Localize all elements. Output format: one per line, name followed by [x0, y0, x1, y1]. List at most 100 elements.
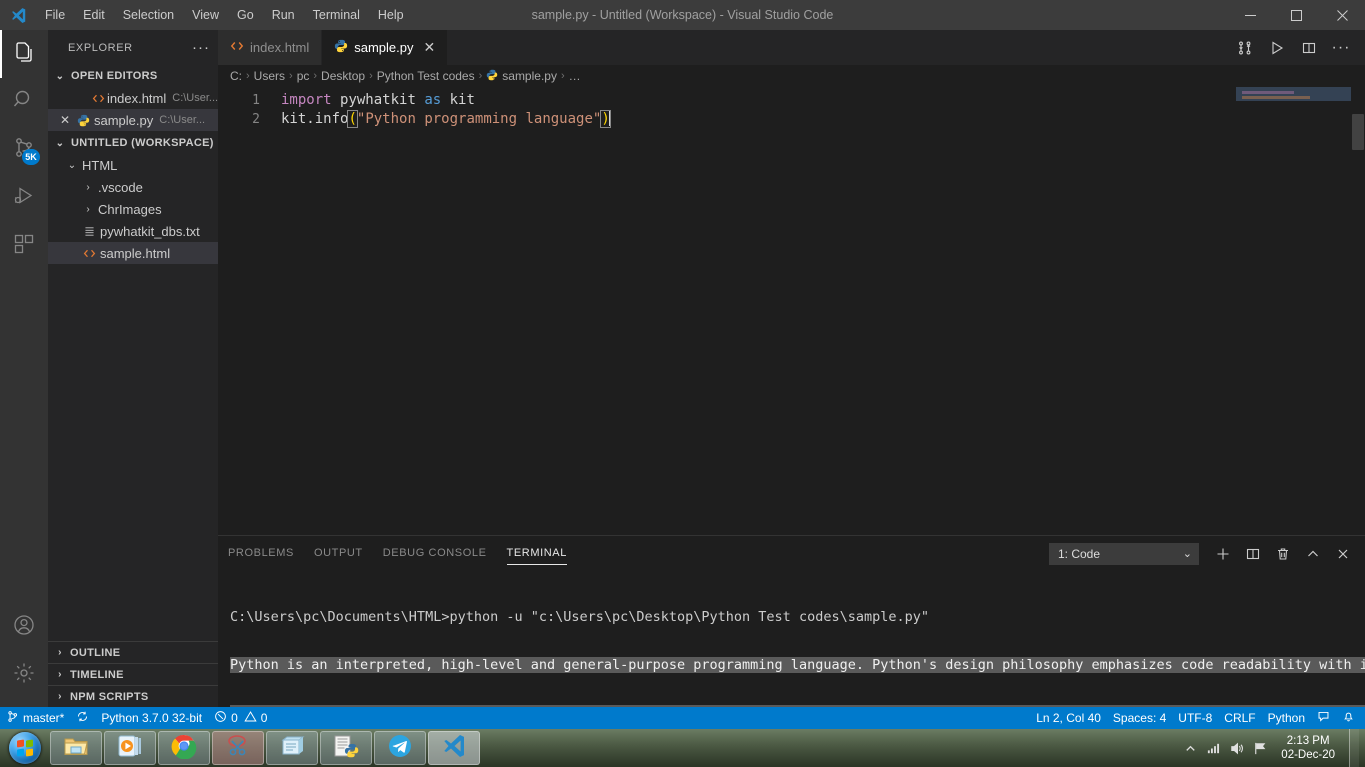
- close-icon[interactable]: ✕: [424, 39, 436, 56]
- breadcrumb-item[interactable]: Python Test codes: [377, 69, 475, 83]
- windows-start-orb[interactable]: [0, 729, 50, 767]
- breadcrumb-item[interactable]: pc: [297, 69, 310, 83]
- activity-accounts[interactable]: [0, 603, 48, 651]
- menu-file[interactable]: File: [36, 0, 74, 30]
- new-terminal-icon[interactable]: [1209, 539, 1237, 569]
- open-editor-index-html[interactable]: index.html C:\User...: [48, 87, 218, 109]
- status-encoding[interactable]: UTF-8: [1172, 707, 1218, 729]
- show-desktop-button[interactable]: [1349, 729, 1359, 767]
- panel-tab-output[interactable]: OUTPUT: [304, 536, 373, 571]
- breadcrumb-item[interactable]: Desktop: [321, 69, 365, 83]
- tree-item-label: ChrImages: [98, 201, 162, 217]
- workspace-root-html[interactable]: ⌄ HTML: [48, 154, 218, 176]
- editor-scrollbar-thumb[interactable]: [1352, 114, 1364, 150]
- tree-item-vscode[interactable]: › .vscode: [48, 176, 218, 198]
- panel-tab-problems[interactable]: PROBLEMS: [218, 536, 304, 571]
- menu-bar[interactable]: File Edit Selection View Go Run Terminal…: [36, 0, 413, 30]
- status-problems[interactable]: 0 0: [208, 707, 273, 729]
- taskbar-file-explorer[interactable]: [50, 731, 102, 765]
- panel-tab-terminal[interactable]: TERMINAL: [497, 536, 577, 571]
- activity-extensions[interactable]: [0, 222, 48, 270]
- taskbar-python-idle[interactable]: [320, 731, 372, 765]
- status-language-mode[interactable]: Python: [1262, 707, 1311, 729]
- chevron-up-icon[interactable]: [1183, 741, 1198, 756]
- activity-search[interactable]: [0, 78, 48, 126]
- chevron-right-icon: ›: [313, 70, 318, 82]
- status-python-interpreter[interactable]: Python 3.7.0 32-bit: [95, 707, 208, 729]
- code-editor[interactable]: 1 import pywhatkit as kit 2 kit.info("Py…: [218, 87, 1365, 129]
- editor-tabs: index.html sample.py ✕ ···: [218, 30, 1365, 65]
- python-icon: [486, 69, 498, 83]
- activity-run-and-debug[interactable]: [0, 174, 48, 222]
- menu-view[interactable]: View: [183, 0, 228, 30]
- activity-bar: 5K: [0, 30, 48, 707]
- status-eol[interactable]: CRLF: [1218, 707, 1261, 729]
- breadcrumb[interactable]: C: › Users › pc › Desktop › Python Test …: [218, 65, 1365, 87]
- minimap[interactable]: [1236, 87, 1351, 535]
- tree-item-chrimages[interactable]: › ChrImages: [48, 198, 218, 220]
- menu-terminal[interactable]: Terminal: [304, 0, 369, 30]
- status-cursor-position[interactable]: Ln 2, Col 40: [1030, 707, 1107, 729]
- split-editor-icon[interactable]: [1295, 30, 1323, 65]
- html-icon: [80, 247, 98, 260]
- section-timeline-label: TIMELINE: [70, 668, 124, 681]
- maximize-panel-icon[interactable]: [1299, 539, 1327, 569]
- taskbar-visual-studio-code[interactable]: [428, 731, 480, 765]
- folder-icon: [63, 733, 89, 764]
- editor-scrollbar[interactable]: [1351, 87, 1365, 535]
- breadcrumb-item[interactable]: sample.py: [502, 69, 557, 83]
- terminal-selector[interactable]: 1: Code ⌄: [1049, 542, 1199, 565]
- tree-item-sample-html[interactable]: sample.html: [48, 242, 218, 264]
- status-notifications[interactable]: [1336, 707, 1365, 729]
- taskbar-clock[interactable]: 2:13 PM 02-Dec-20: [1275, 734, 1341, 762]
- source-control-icon: [6, 710, 19, 726]
- section-npm-scripts[interactable]: › NPM SCRIPTS: [48, 685, 218, 707]
- menu-help[interactable]: Help: [369, 0, 413, 30]
- taskbar-notepad[interactable]: [266, 731, 318, 765]
- tab-sample-py[interactable]: sample.py ✕: [322, 30, 449, 65]
- minimap-line: [1242, 96, 1310, 99]
- close-panel-icon[interactable]: [1329, 539, 1357, 569]
- status-sync[interactable]: [70, 707, 95, 729]
- menu-go[interactable]: Go: [228, 0, 263, 30]
- run-python-file-icon[interactable]: [1231, 30, 1259, 65]
- status-feedback[interactable]: [1311, 707, 1336, 729]
- section-workspace[interactable]: ⌄ UNTITLED (WORKSPACE): [48, 132, 218, 154]
- menu-selection[interactable]: Selection: [114, 0, 183, 30]
- status-branch[interactable]: master*: [0, 707, 70, 729]
- taskbar-telegram[interactable]: [374, 731, 426, 765]
- taskbar-media-player[interactable]: [104, 731, 156, 765]
- run-icon[interactable]: [1263, 30, 1291, 65]
- open-editor-sample-py[interactable]: ✕ sample.py C:\User...: [48, 109, 218, 131]
- menu-edit[interactable]: Edit: [74, 0, 114, 30]
- menu-run[interactable]: Run: [263, 0, 304, 30]
- split-terminal-icon[interactable]: [1239, 539, 1267, 569]
- kill-terminal-icon[interactable]: [1269, 539, 1297, 569]
- breadcrumb-item[interactable]: C:: [230, 69, 242, 83]
- sidebar-more-actions-icon[interactable]: ···: [192, 39, 210, 56]
- section-open-editors[interactable]: ⌄ OPEN EDITORS: [48, 65, 218, 87]
- more-actions-icon[interactable]: ···: [1327, 30, 1355, 65]
- close-icon[interactable]: [1319, 0, 1365, 30]
- panel-tab-debug-console[interactable]: DEBUG CONSOLE: [373, 536, 497, 571]
- status-indentation[interactable]: Spaces: 4: [1107, 707, 1172, 729]
- taskbar-snipping-tool[interactable]: [212, 731, 264, 765]
- chevron-down-icon: ⌄: [1182, 548, 1192, 560]
- activity-explorer[interactable]: [0, 30, 48, 78]
- flag-icon[interactable]: [1252, 741, 1267, 756]
- section-timeline[interactable]: › TIMELINE: [48, 663, 218, 685]
- window-controls[interactable]: [1227, 0, 1365, 30]
- maximize-icon[interactable]: [1273, 0, 1319, 30]
- minimize-icon[interactable]: [1227, 0, 1273, 30]
- section-outline[interactable]: › OUTLINE: [48, 641, 218, 663]
- breadcrumb-item[interactable]: Users: [254, 69, 285, 83]
- breadcrumb-item[interactable]: …: [569, 69, 581, 83]
- signal-icon[interactable]: [1206, 741, 1221, 756]
- tree-item-pywhatkit-dbs-txt[interactable]: pywhatkit_dbs.txt: [48, 220, 218, 242]
- activity-source-control[interactable]: 5K: [0, 126, 48, 174]
- taskbar-google-chrome[interactable]: [158, 731, 210, 765]
- activity-manage[interactable]: [0, 651, 48, 699]
- tab-index-html[interactable]: index.html: [218, 30, 323, 65]
- speaker-icon[interactable]: [1229, 741, 1244, 756]
- close-editor-icon[interactable]: ✕: [56, 113, 74, 127]
